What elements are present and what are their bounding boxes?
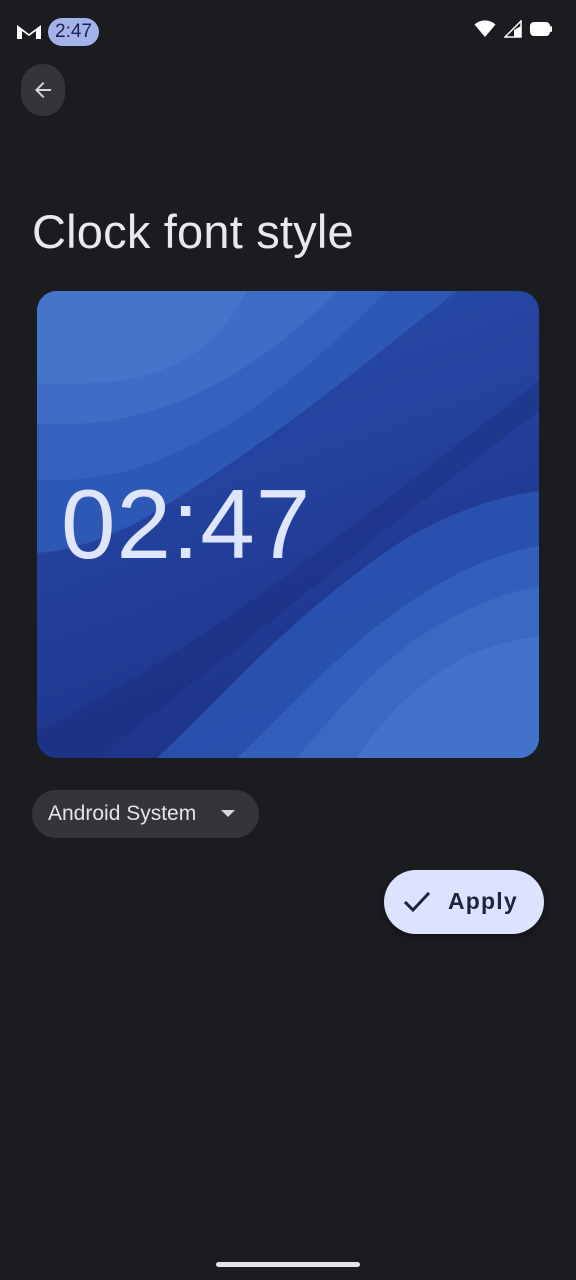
dropdown-caret-icon xyxy=(221,810,235,817)
clock-preview-time: 02:47 xyxy=(61,469,312,579)
mail-icon xyxy=(17,25,41,39)
cellular-signal-icon xyxy=(504,20,522,38)
apply-button[interactable]: Apply xyxy=(384,870,544,934)
arrow-back-icon xyxy=(35,82,51,98)
status-bar: 2:47 xyxy=(0,0,576,64)
back-button[interactable] xyxy=(21,64,65,116)
wifi-icon xyxy=(474,20,496,37)
apply-button-label: Apply xyxy=(448,888,518,914)
status-left: 2:47 xyxy=(16,17,99,47)
status-time: 2:47 xyxy=(48,18,99,46)
check-icon xyxy=(404,891,430,913)
status-right xyxy=(474,20,552,38)
font-dropdown-label: Android System xyxy=(48,802,197,825)
page-title: Clock font style xyxy=(32,205,354,258)
clock-preview-card: 02:47 xyxy=(37,291,539,758)
font-style-dropdown[interactable]: Android System xyxy=(32,790,259,838)
gesture-nav-handle[interactable] xyxy=(216,1262,360,1267)
battery-icon xyxy=(530,22,552,36)
